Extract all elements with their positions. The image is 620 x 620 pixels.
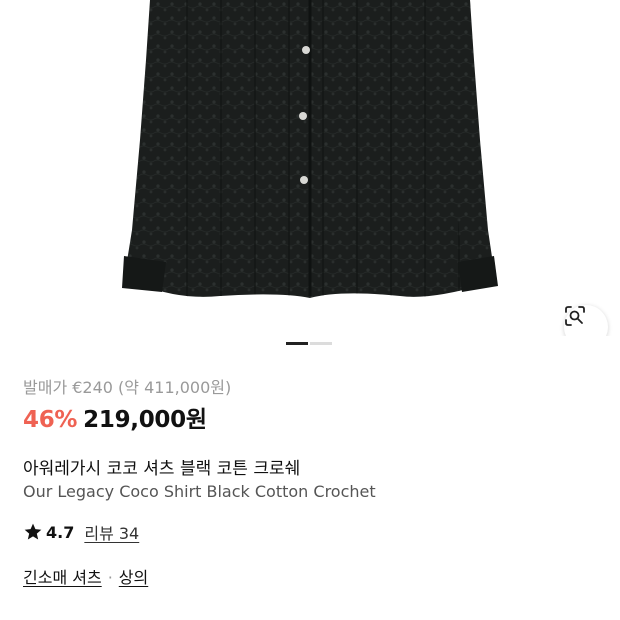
category-link-long-sleeve-shirt[interactable]: 긴소매 셔츠 [23, 568, 102, 587]
star-icon [24, 523, 42, 540]
category-breadcrumb: 긴소매 셔츠 · 상의 [23, 564, 148, 588]
carousel-dot[interactable] [310, 342, 332, 345]
shirt-illustration [122, 0, 498, 298]
discount-rate: 46% [23, 407, 78, 433]
carousel-dot-active[interactable] [286, 342, 308, 345]
rating-row: 4.7 리뷰 34 [23, 520, 139, 544]
rating-value: 4.7 [46, 522, 75, 542]
product-name-korean: 아워레가시 코코 셔츠 블랙 코튼 크로쉐 [23, 459, 301, 479]
category-link-tops[interactable]: 상의 [119, 568, 148, 587]
category-separator: · [107, 568, 113, 587]
product-name-english: Our Legacy Coco Shirt Black Cotton Croch… [23, 482, 376, 501]
original-price: 발매가 €240 (약 411,000원) [23, 378, 232, 397]
carousel-indicator [286, 342, 332, 345]
review-count-link[interactable]: 리뷰 34 [84, 520, 139, 544]
product-image[interactable] [0, 0, 620, 336]
price-row: 46% 219,000원 [23, 400, 207, 434]
sale-price: 219,000원 [83, 407, 207, 433]
lens-search-icon [565, 306, 585, 326]
